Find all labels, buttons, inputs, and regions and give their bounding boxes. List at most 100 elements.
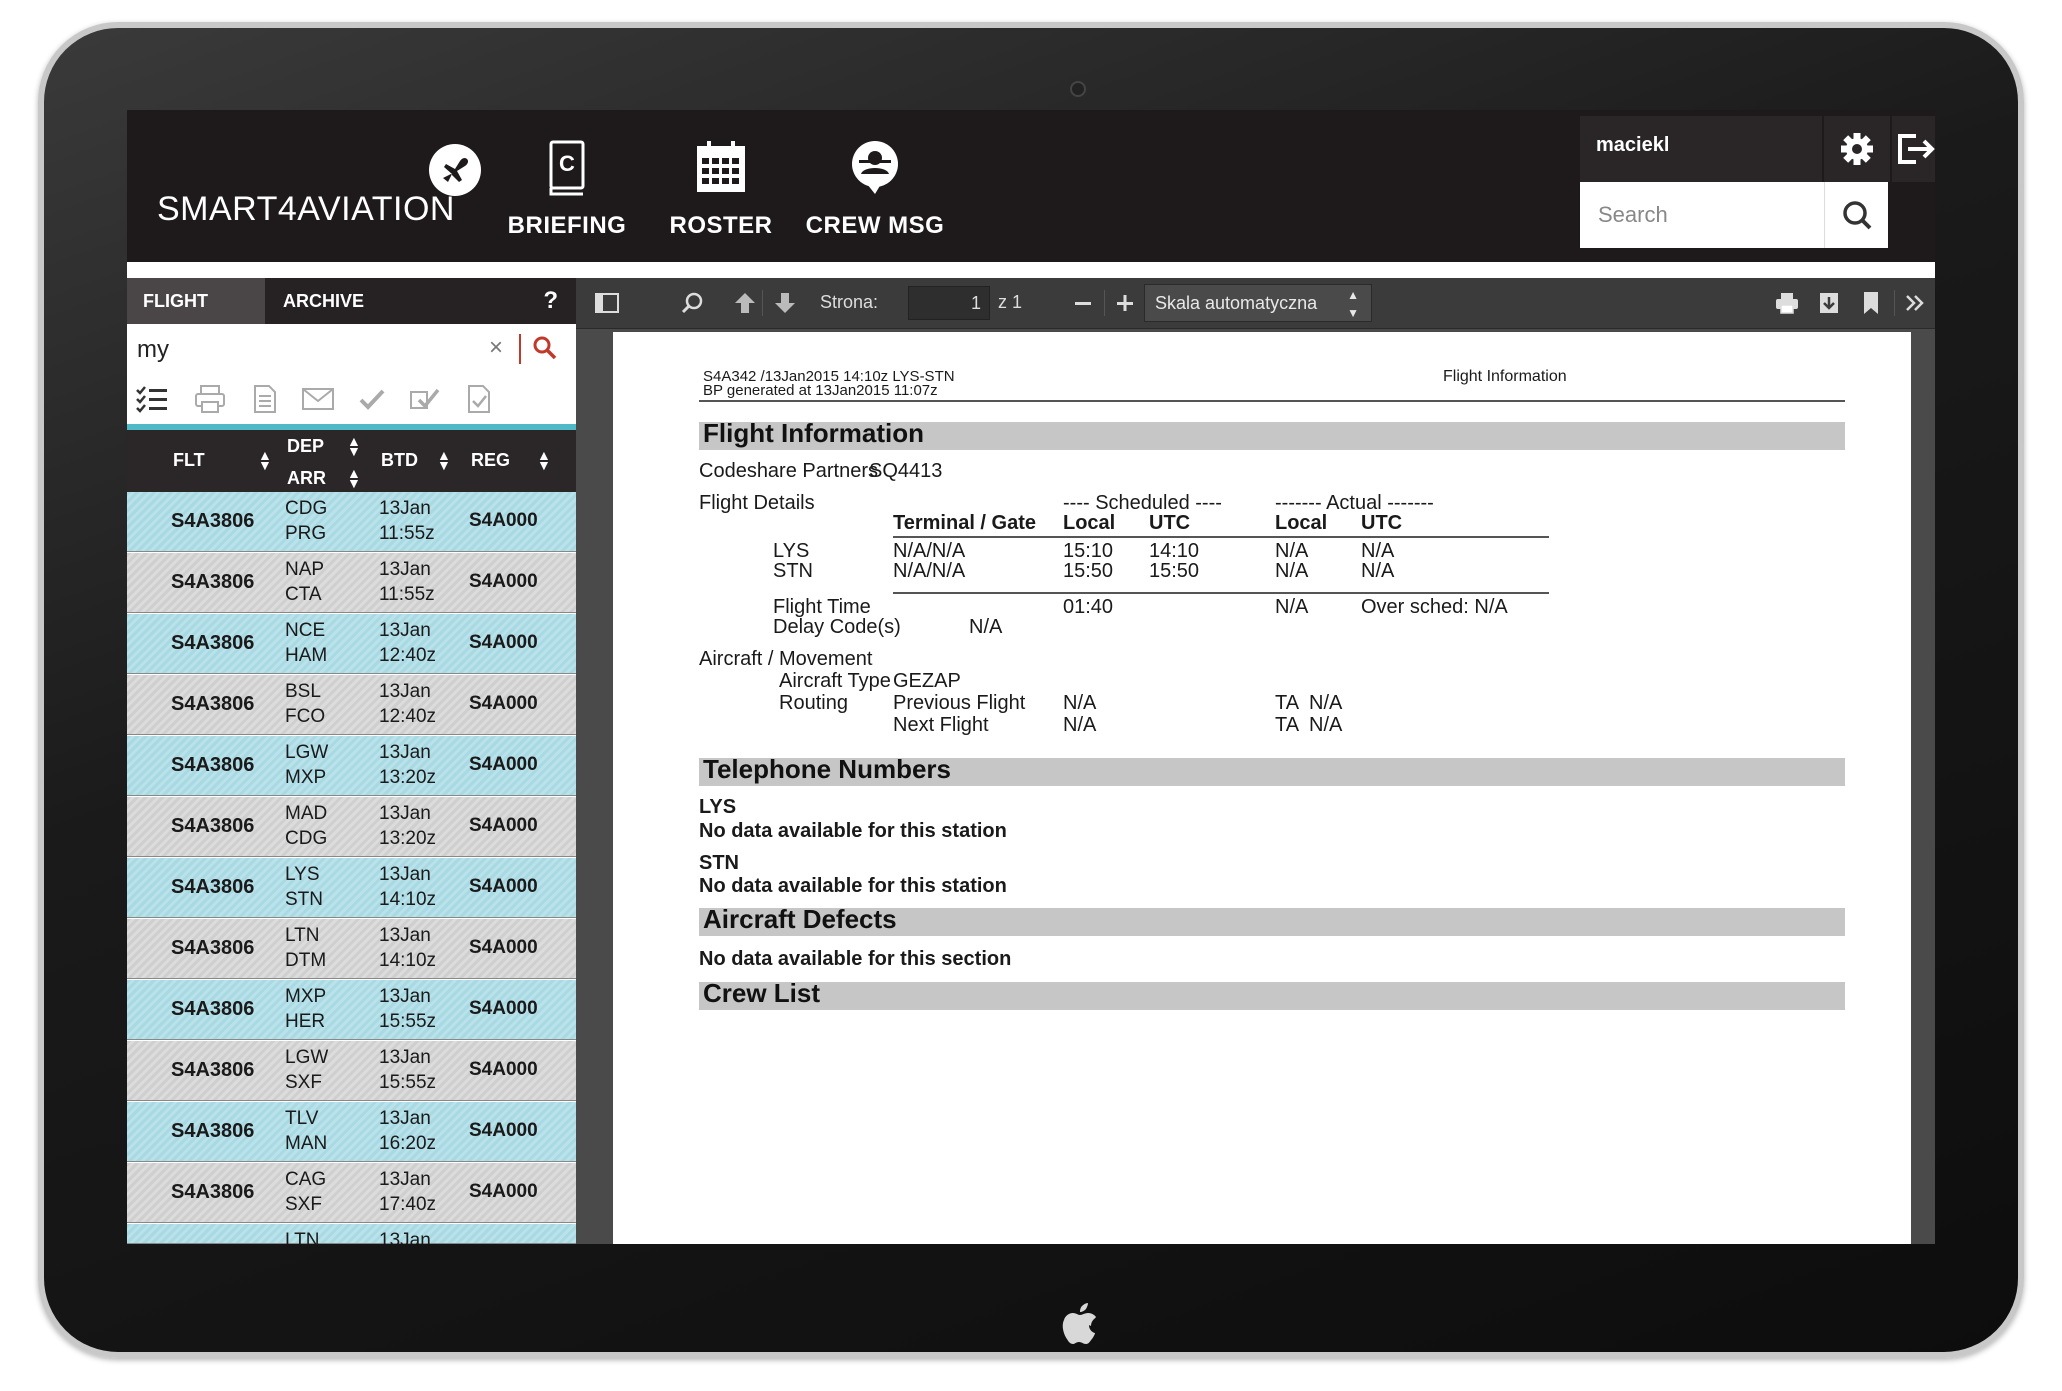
departure-date: 13Jan	[379, 1169, 431, 1190]
departure-time: 14:10z	[379, 950, 437, 971]
help-button[interactable]: ?	[543, 278, 558, 324]
flight-row[interactable]: LTN 13Jan	[127, 1224, 576, 1244]
sidebar-toggle-icon[interactable]	[594, 290, 620, 316]
pdf-page: S4A342 /13Jan2015 14:10z LYS-STN BP gene…	[613, 332, 1911, 1244]
previous-ta-value: N/A	[1309, 692, 1343, 714]
document-icon[interactable]	[247, 384, 281, 414]
sort-reg-icon[interactable]: ▲ ▼	[537, 448, 551, 472]
print-icon[interactable]	[193, 384, 227, 414]
flight-row[interactable]: S4A3806 MAD CDG 13Jan 13:20z S4A000	[127, 797, 576, 857]
flight-info-title: Flight Information	[703, 418, 924, 448]
flight-number: S4A3806	[171, 632, 255, 654]
search-input[interactable]	[1580, 182, 1822, 248]
flight-row[interactable]: S4A3806 LTN DTM 13Jan 14:10z S4A000	[127, 919, 576, 979]
flight-number: S4A3806	[171, 937, 255, 959]
col-actual-local: Local	[1275, 512, 1328, 534]
download-icon[interactable]	[1816, 290, 1842, 316]
next-page-icon[interactable]	[772, 290, 798, 316]
previous-page-icon[interactable]	[732, 290, 758, 316]
accept-all-icon[interactable]	[407, 384, 441, 414]
find-icon[interactable]	[680, 290, 706, 316]
logout-button[interactable]	[1892, 116, 1935, 182]
station-stn-gate: N/A/N/A	[893, 560, 966, 582]
filter-input[interactable]	[135, 330, 479, 370]
sort-dep-icon[interactable]: ▲ ▼	[347, 434, 361, 458]
arrival-airport: MAN	[285, 1133, 328, 1154]
filter-search-icon[interactable]	[531, 334, 559, 362]
checkmark-icon[interactable]	[355, 384, 389, 414]
defects-title: Aircraft Defects	[703, 904, 897, 934]
tab-archive[interactable]: ARCHIVE	[267, 278, 380, 324]
panel-tabs: FLIGHT LIST ARCHIVE ?	[127, 278, 576, 357]
station-stn-act-local: N/A	[1275, 560, 1309, 582]
doc-header-right: Flight Information	[1443, 368, 1567, 385]
departure-airport: MAD	[285, 803, 328, 824]
flight-row[interactable]: S4A3806 TLV MAN 13Jan 16:20z S4A000	[127, 1102, 576, 1162]
envelope-icon[interactable]	[301, 384, 335, 414]
departure-date: 13Jan	[379, 925, 431, 946]
toolbar-separator	[1894, 290, 1895, 316]
logout-icon	[1898, 134, 1935, 164]
col-terminal-gate: Terminal / Gate	[893, 512, 1037, 534]
flight-row[interactable]: S4A3806 MXP HER 13Jan 15:55z S4A000	[127, 980, 576, 1040]
flight-row[interactable]: S4A3806 LGW MXP 13Jan 13:20z S4A000	[127, 736, 576, 796]
search-button[interactable]	[1824, 182, 1889, 248]
smart4aviation-logo[interactable]: SMART4AVIATION	[157, 144, 497, 230]
zoom-out-icon[interactable]	[1070, 290, 1096, 316]
flight-row[interactable]: S4A3806 NCE HAM 13Jan 12:40z S4A000	[127, 614, 576, 674]
col-btd[interactable]: BTD	[381, 450, 418, 471]
page-number-input[interactable]: 1	[908, 286, 990, 320]
zoom-in-icon[interactable]	[1112, 290, 1138, 316]
tel-station-lys-text: No data available for this station	[699, 820, 1007, 842]
sort-arr-icon[interactable]: ▲ ▼	[347, 466, 361, 490]
print-icon[interactable]	[1774, 290, 1800, 316]
departure-time: 15:55z	[379, 1011, 437, 1032]
gear-icon	[1841, 133, 1873, 165]
more-tools-icon[interactable]	[1902, 290, 1928, 316]
nav-crew-msg[interactable]: CREW MSG	[805, 138, 945, 240]
checklist-icon[interactable]	[135, 384, 169, 414]
aircraft-registration: S4A000	[469, 937, 538, 958]
settings-button[interactable]	[1824, 116, 1890, 182]
next-flight-label: Next Flight	[893, 714, 989, 736]
departure-date: 13Jan	[379, 620, 431, 641]
flight-time-sched: 01:40	[1063, 596, 1114, 618]
col-dep[interactable]: DEP	[287, 436, 324, 457]
departure-airport: BSL	[285, 681, 321, 702]
aircraft-registration: S4A000	[469, 693, 538, 714]
user-menu[interactable]: maciekl	[1580, 116, 1822, 182]
flight-row[interactable]: S4A3806 LGW SXF 13Jan 15:55z S4A000	[127, 1041, 576, 1101]
flight-row[interactable]: S4A3806 LYS STN 13Jan 14:10z S4A000	[127, 858, 576, 918]
delay-codes-value: N/A	[969, 616, 1003, 638]
chat-bubble-icon	[852, 141, 898, 194]
col-flt[interactable]: FLT	[173, 450, 205, 471]
nav-briefing[interactable]: C BRIEFING	[497, 138, 637, 240]
departure-time: 11:55z	[379, 523, 435, 544]
aircraft-movement-label: Aircraft / Movement	[699, 648, 873, 670]
zoom-scale-select[interactable]: Skala automatyczna ▲ ▼	[1144, 284, 1372, 322]
tab-flight-list[interactable]: FLIGHT LIST	[127, 278, 265, 357]
col-reg[interactable]: REG	[471, 450, 510, 471]
pdf-toolbar: Strona: 1 z 1 Skala automatyczna ▲ ▼	[576, 278, 1935, 329]
flight-row[interactable]: S4A3806 BSL FCO 13Jan 12:40z S4A000	[127, 675, 576, 735]
flight-row[interactable]: S4A3806 NAP CTA 13Jan 11:55z S4A000	[127, 553, 576, 613]
departure-date: 13Jan	[379, 803, 431, 824]
station-stn-act-utc: N/A	[1361, 560, 1395, 582]
col-arr[interactable]: ARR	[287, 468, 326, 489]
bookmark-icon[interactable]	[1858, 290, 1884, 316]
flight-row[interactable]: S4A3806 CDG PRG 13Jan 11:55z S4A000	[127, 492, 576, 552]
sort-flt-icon[interactable]: ▲ ▼	[258, 448, 272, 472]
nav-roster[interactable]: ROSTER	[651, 138, 791, 240]
clear-filter-icon[interactable]: ×	[489, 334, 503, 362]
doc-header-line2: BP generated at 13Jan2015 11:07z	[703, 382, 938, 399]
flight-row[interactable]: S4A3806 CAG SXF 13Jan 17:40z S4A000	[127, 1163, 576, 1223]
departure-date: 13Jan	[379, 742, 431, 763]
nav-roster-label: ROSTER	[669, 212, 773, 239]
sort-btd-icon[interactable]: ▲ ▼	[437, 448, 451, 472]
doc-header-rule	[699, 400, 1845, 402]
flight-number: S4A3806	[171, 876, 255, 898]
previous-flight-value: N/A	[1063, 692, 1097, 714]
departure-time: 11:55z	[379, 584, 435, 605]
document-check-icon[interactable]	[461, 384, 495, 414]
telephone-title: Telephone Numbers	[703, 754, 952, 784]
